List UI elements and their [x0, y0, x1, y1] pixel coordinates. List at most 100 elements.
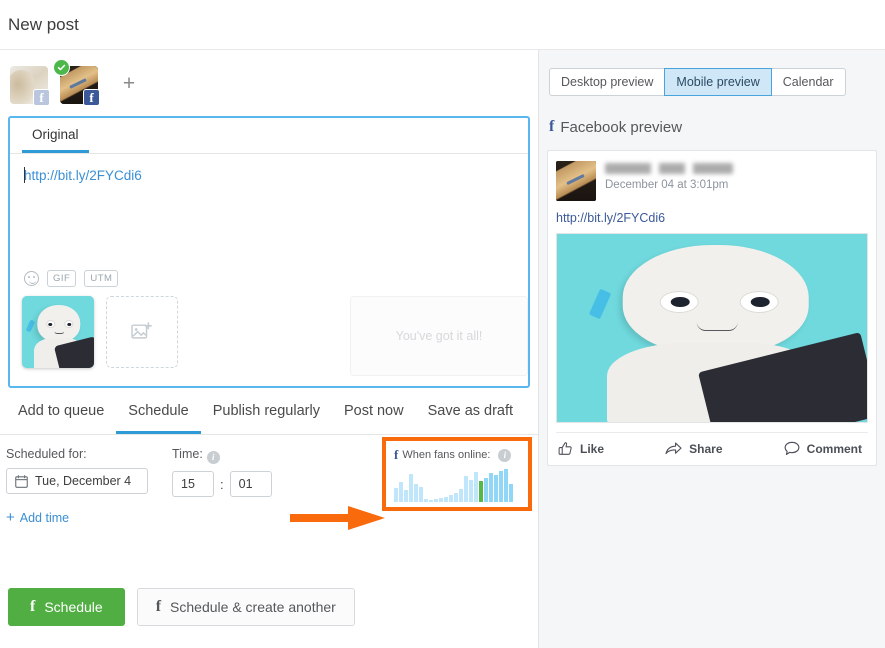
when-fans-online-box: f When fans online: i — [382, 437, 532, 511]
time-minute-input[interactable]: 01 — [229, 471, 272, 497]
comment-bubble-icon — [784, 441, 800, 455]
post-timestamp: December 04 at 3:01pm — [605, 179, 729, 191]
fans-bar-14[interactable] — [464, 476, 468, 502]
tab-desktop-preview[interactable]: Desktop preview — [549, 68, 666, 96]
facebook-badge-icon: f — [83, 89, 100, 106]
fans-bar-12[interactable] — [454, 493, 458, 502]
fans-bar-3[interactable] — [409, 474, 413, 502]
page-name-redacted — [605, 163, 733, 174]
fans-bar-17[interactable] — [479, 481, 483, 502]
facebook-f-icon: f — [394, 447, 399, 462]
composer-pane: f f + Original http://bit.ly/2FYCdi6 GIF… — [0, 50, 538, 648]
like-label: Like — [580, 441, 605, 456]
fans-bar-6[interactable] — [424, 499, 428, 502]
fans-bar-15[interactable] — [469, 480, 473, 502]
schedule-tabs: Add to queue Schedule Publish regularly … — [0, 400, 538, 435]
tab-save-as-draft[interactable]: Save as draft — [416, 400, 525, 434]
media-row — [22, 296, 178, 368]
plus-icon: + — [6, 509, 15, 526]
fans-bar-21[interactable] — [499, 471, 503, 502]
time-hour-input[interactable]: 15 — [172, 471, 214, 497]
share-arrow-icon — [665, 442, 682, 455]
upsell-panel: You've got it all! — [350, 296, 528, 376]
thumbs-up-icon — [558, 442, 572, 455]
profile-chip-dog[interactable]: f — [10, 66, 50, 106]
comment-button[interactable]: Comment — [784, 441, 862, 456]
share-label: Share — [689, 441, 723, 456]
add-profile-button[interactable]: + — [118, 73, 140, 96]
fans-bar-7[interactable] — [429, 500, 433, 502]
preview-pane: Desktop preview Mobile preview Calendar … — [538, 50, 885, 648]
fans-bar-9[interactable] — [439, 498, 443, 502]
time-label-text: Time: — [172, 447, 203, 461]
facebook-card-actions: Like Share Comment — [556, 432, 868, 465]
fans-bar-22[interactable] — [504, 469, 508, 502]
upsell-text: You've got it all! — [395, 329, 483, 343]
add-image-icon — [131, 322, 152, 339]
post-composer: Original http://bit.ly/2FYCdi6 GIF UTM Y… — [8, 116, 530, 388]
post-link[interactable]: http://bit.ly/2FYCdi6 — [556, 211, 868, 225]
composer-tab-original[interactable]: Original — [22, 118, 89, 153]
facebook-preview-title: f Facebook preview — [549, 118, 885, 136]
emoji-icon[interactable] — [24, 271, 39, 286]
fans-bar-11[interactable] — [449, 495, 453, 502]
add-time-label: Add time — [19, 511, 70, 525]
scheduled-date-input[interactable]: Tue, December 4 — [6, 468, 148, 494]
time-info-icon[interactable]: i — [206, 451, 220, 464]
schedule-body: Scheduled for: Tue, December 4 Time: i 1… — [0, 435, 538, 555]
fans-bar-19[interactable] — [489, 473, 493, 502]
add-media-button[interactable] — [106, 296, 178, 368]
fans-online-bar-chart[interactable] — [394, 468, 520, 502]
tab-mobile-preview[interactable]: Mobile preview — [664, 68, 772, 96]
calendar-icon — [15, 474, 28, 488]
tab-calendar[interactable]: Calendar — [770, 68, 846, 96]
tab-schedule[interactable]: Schedule — [116, 400, 201, 434]
fans-bar-10[interactable] — [444, 497, 448, 502]
fans-bar-8[interactable] — [434, 499, 438, 502]
composer-textarea[interactable]: http://bit.ly/2FYCdi6 — [10, 154, 528, 274]
page-title: New post — [8, 14, 79, 34]
composer-tabs: Original — [10, 118, 528, 154]
fans-bar-18[interactable] — [484, 478, 488, 502]
fans-bar-16[interactable] — [474, 472, 478, 502]
main-split: f f + Original http://bit.ly/2FYCdi6 GIF… — [0, 50, 885, 648]
post-image[interactable] — [556, 233, 868, 423]
fans-bar-4[interactable] — [414, 484, 418, 502]
action-bar: f Schedule f Schedule & create another — [0, 588, 538, 648]
fans-bar-5[interactable] — [419, 487, 423, 502]
fans-bar-20[interactable] — [494, 475, 498, 502]
facebook-f-icon: f — [30, 598, 36, 615]
profiles-row: f f + — [0, 50, 538, 116]
fans-bar-23[interactable] — [509, 484, 513, 502]
tab-post-now[interactable]: Post now — [332, 400, 416, 434]
schedule-and-create-another-button[interactable]: f Schedule & create another — [136, 588, 355, 626]
tab-add-to-queue[interactable]: Add to queue — [6, 400, 116, 434]
facebook-post-card: December 04 at 3:01pm http://bit.ly/2FYC… — [547, 150, 877, 466]
utm-button[interactable]: UTM — [84, 270, 119, 287]
facebook-f-icon: f — [155, 598, 162, 615]
fans-info-icon[interactable]: i — [498, 448, 512, 462]
comment-label: Comment — [806, 441, 862, 456]
fans-bar-13[interactable] — [459, 489, 463, 502]
time-label: Time: i — [172, 447, 272, 464]
fans-bar-0[interactable] — [394, 488, 398, 502]
time-separator: : — [220, 476, 224, 492]
robot-image — [22, 296, 94, 368]
media-thumbnail-robot[interactable] — [22, 296, 94, 368]
like-button[interactable]: Like — [558, 441, 604, 456]
when-fans-online-text: When fans online: — [402, 449, 491, 461]
fans-bar-2[interactable] — [404, 490, 408, 502]
page-header: New post — [0, 0, 885, 50]
page-avatar — [556, 161, 596, 201]
facebook-badge-icon: f — [33, 89, 50, 106]
profile-chip-box[interactable]: f — [53, 59, 100, 106]
tab-publish-regularly[interactable]: Publish regularly — [201, 400, 332, 434]
fans-bar-1[interactable] — [399, 482, 403, 502]
gif-button[interactable]: GIF — [47, 270, 77, 287]
share-button[interactable]: Share — [665, 441, 723, 456]
facebook-f-icon: f — [549, 118, 555, 135]
robot-image — [557, 234, 867, 422]
schedule-button[interactable]: f Schedule — [8, 588, 125, 626]
add-time-button[interactable]: + Add time — [6, 509, 530, 526]
preview-tabs: Desktop preview Mobile preview Calendar — [549, 68, 885, 96]
